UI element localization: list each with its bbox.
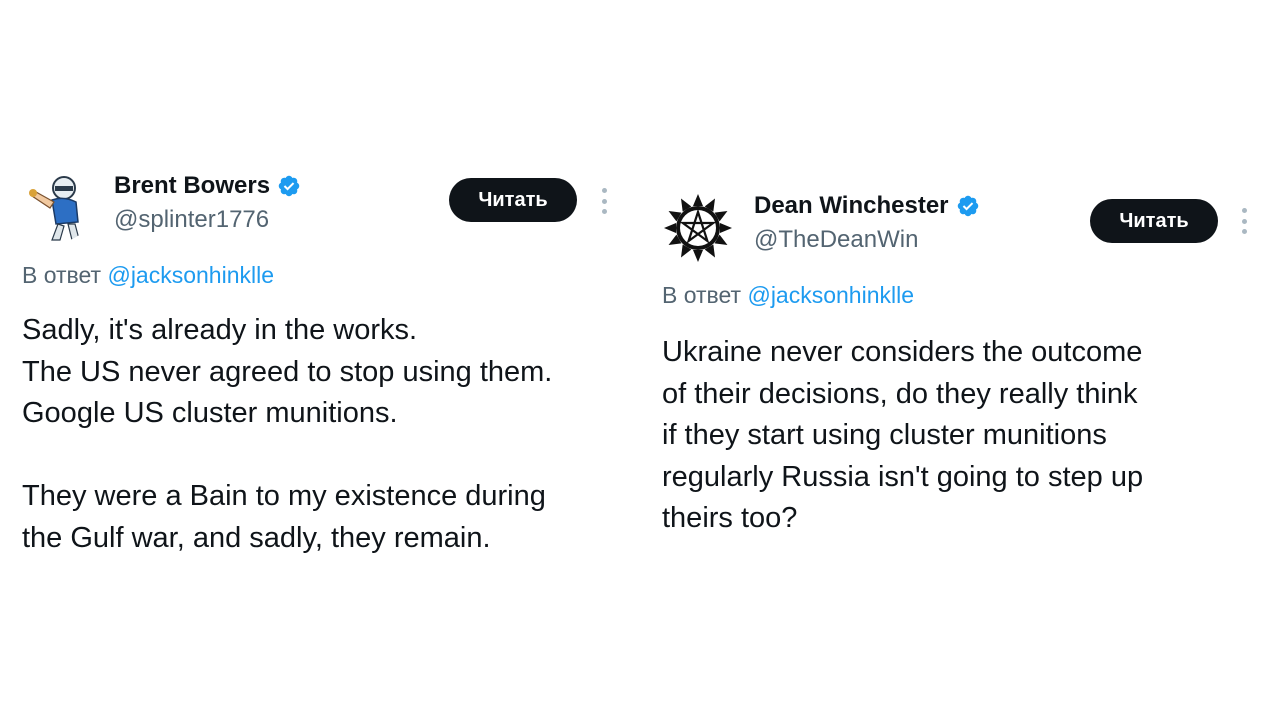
reply-context: В ответ @jacksonhinklle [662, 282, 914, 309]
author-name-row: Dean Winchester [754, 192, 980, 220]
tweet-text: Ukraine never considers the outcome of t… [662, 336, 1144, 534]
reply-mention-link[interactable]: @jacksonhinklle [107, 262, 274, 288]
pentagram-sun-avatar-icon [662, 190, 734, 262]
more-options-icon[interactable] [600, 188, 608, 214]
verified-badge-icon [278, 175, 300, 197]
cartoon-figure-avatar-icon [22, 170, 94, 242]
verified-badge-icon [957, 195, 978, 217]
follow-button[interactable]: Читать [1090, 199, 1218, 243]
user-handle[interactable]: @TheDeanWin [754, 226, 918, 254]
reply-mention-link[interactable]: @jacksonhinklle [747, 282, 914, 308]
user-handle[interactable]: @splinter1776 [114, 206, 269, 234]
more-options-icon[interactable] [1240, 208, 1248, 234]
reply-context: В ответ @jacksonhinklle [22, 262, 274, 289]
author-name-row: Brent Bowers [114, 172, 301, 200]
reply-prefix: В ответ [22, 262, 102, 288]
follow-button[interactable]: Читать [449, 178, 577, 222]
display-name[interactable]: Brent Bowers [114, 172, 270, 200]
avatar[interactable] [22, 170, 94, 242]
avatar[interactable] [662, 190, 734, 262]
reply-prefix: В ответ [662, 282, 742, 308]
tweet-text: Sadly, it's already in the works. The US… [22, 314, 553, 554]
display-name[interactable]: Dean Winchester [754, 192, 949, 220]
